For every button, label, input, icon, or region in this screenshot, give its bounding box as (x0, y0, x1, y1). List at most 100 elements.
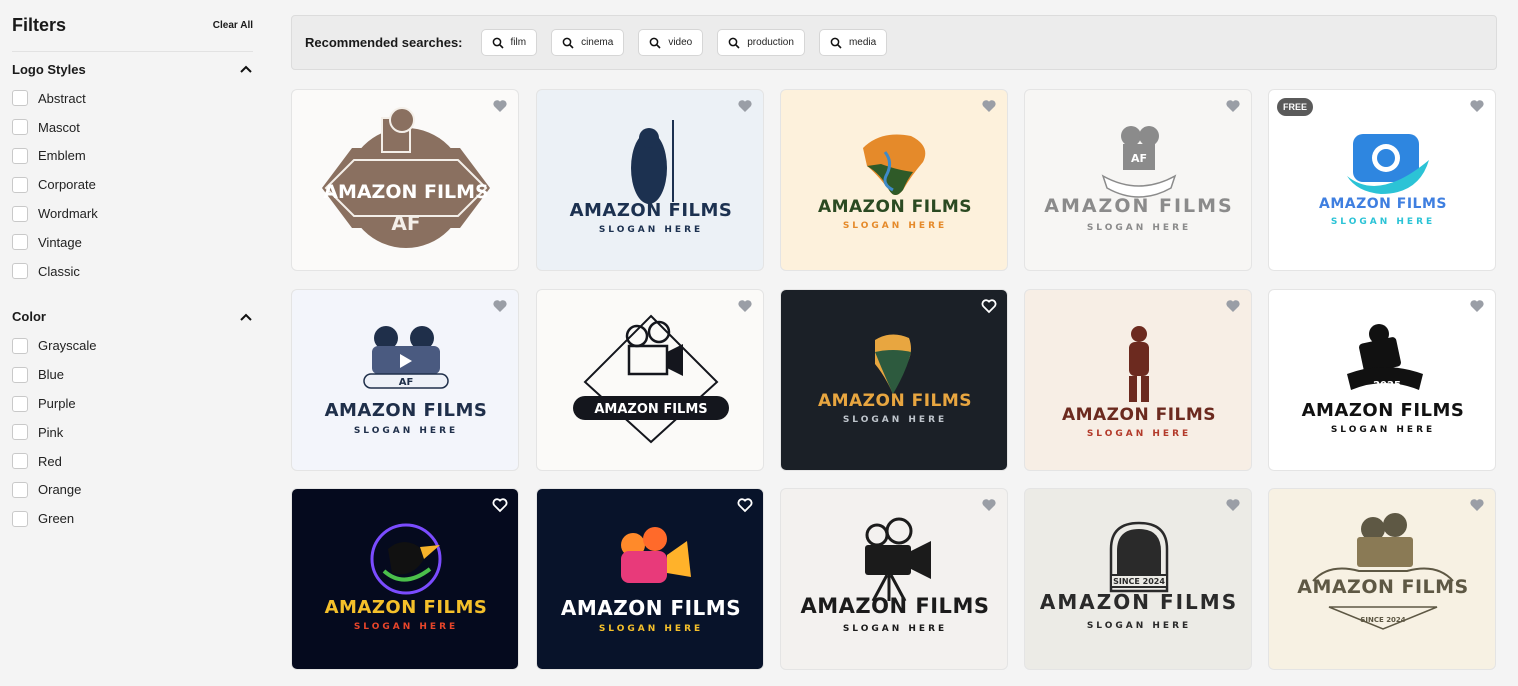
filter-checkbox[interactable] (12, 481, 28, 498)
logo-name: AMAZON FILMS (1044, 195, 1234, 217)
search-chip[interactable]: film (480, 29, 538, 56)
filter-option[interactable]: Classic (12, 257, 253, 286)
filter-option[interactable]: Purple (12, 389, 253, 418)
logo-card[interactable]: AMAZON FILMS SLOGAN HERE (536, 488, 764, 670)
heart-icon[interactable] (1225, 497, 1241, 513)
logo-initials: SINCE 2024 (1360, 616, 1405, 624)
logo-slogan: SLOGAN HERE (599, 225, 703, 235)
logo-name: AMAZON FILMS (1062, 405, 1216, 425)
chevron-up-icon[interactable] (239, 310, 253, 324)
logo-initials: AF (399, 377, 414, 388)
search-chip[interactable]: production (717, 29, 805, 56)
heart-icon[interactable] (737, 298, 753, 314)
filter-checkbox[interactable] (12, 337, 28, 354)
logo-mark (621, 527, 691, 583)
logo-card[interactable]: AMAZON FILMS SLOGAN HERE (780, 89, 1008, 271)
heart-icon[interactable] (1469, 98, 1485, 114)
filter-option[interactable]: Vintage (12, 228, 253, 257)
heart-icon[interactable] (1469, 298, 1485, 314)
logo-card[interactable]: AMAZON FILMS (536, 289, 764, 471)
heart-icon[interactable] (1469, 497, 1485, 513)
logo-slogan: SLOGAN HERE (1331, 217, 1435, 227)
filter-group-title: Logo Styles (12, 61, 86, 77)
clear-all-button[interactable]: Clear All (213, 20, 253, 31)
filter-checkbox[interactable] (12, 90, 28, 107)
search-chip[interactable]: media (818, 29, 888, 56)
filter-checkbox[interactable] (12, 234, 28, 251)
heart-icon[interactable] (492, 98, 508, 114)
filter-option[interactable]: Orange (12, 476, 253, 505)
logo-name: AMAZON FILMS (1319, 196, 1447, 212)
filters-sidebar: Filters Clear All Logo Styles Abstract Ma… (0, 0, 265, 686)
filter-checkbox[interactable] (12, 510, 28, 527)
logo-card[interactable]: AMAZON FILMS SLOGAN HERE (1024, 289, 1252, 471)
logo-card[interactable]: AMAZON FILMS SLOGAN HERE (291, 488, 519, 670)
logo-preview: AMAZON FILMS SLOGAN HERE (818, 134, 972, 231)
filter-option-label: Red (38, 453, 62, 469)
filter-option[interactable]: Mascot (12, 113, 253, 142)
filter-option-label: Wordmark (38, 206, 98, 222)
logo-card[interactable]: SINCE 2024 AMAZON FILMS (1268, 488, 1496, 670)
filter-checkbox[interactable] (12, 147, 28, 164)
logo-card[interactable]: AF AMAZON FILMS (291, 89, 519, 271)
filter-option[interactable]: Green (12, 504, 253, 533)
heart-icon[interactable] (981, 298, 997, 314)
logo-card[interactable]: AF AMAZON FILMS SLOGAN HERE (1024, 89, 1252, 271)
filter-option[interactable]: Red (12, 447, 253, 476)
logo-card[interactable]: 2025 AMAZON FILMS SLOGAN HERE (1268, 289, 1496, 471)
logo-name: AMAZON FILMS (818, 391, 972, 411)
heart-icon[interactable] (737, 98, 753, 114)
heart-icon[interactable] (1225, 298, 1241, 314)
filter-option[interactable]: Corporate (12, 170, 253, 199)
logo-card[interactable]: AMAZON FILMS SLOGAN HERE (780, 488, 1008, 670)
logo-mark (631, 120, 674, 204)
filter-option-label: Corporate (38, 177, 96, 193)
filter-checkbox[interactable] (12, 395, 28, 412)
filter-checkbox[interactable] (12, 119, 28, 136)
filter-option[interactable]: Abstract (12, 84, 253, 113)
search-chip-label: video (668, 37, 693, 48)
logo-slogan: SLOGAN HERE (1087, 621, 1191, 631)
filter-option[interactable]: Grayscale (12, 332, 253, 361)
filter-checkbox[interactable] (12, 453, 28, 470)
heart-icon[interactable] (492, 298, 508, 314)
logo-mark (1129, 326, 1149, 402)
filter-option-label: Pink (38, 424, 64, 440)
heart-icon[interactable] (1225, 98, 1241, 114)
filter-option[interactable]: Blue (12, 360, 253, 389)
search-chip-label: media (848, 37, 877, 48)
logo-name: AMAZON FILMS (325, 400, 488, 421)
search-chip[interactable]: video (638, 29, 704, 56)
heart-icon[interactable] (981, 497, 997, 513)
filter-option[interactable]: Wordmark (12, 199, 253, 228)
filter-checkbox[interactable] (12, 424, 28, 441)
heart-icon[interactable] (492, 497, 508, 513)
filter-option[interactable]: Emblem (12, 142, 253, 171)
filter-group-color: Color Grayscale Blue Purple Pink Red Orange Gr… (12, 286, 253, 534)
logo-slogan: SLOGAN HERE (1087, 223, 1191, 233)
filter-checkbox[interactable] (12, 176, 28, 193)
logo-preview: AMAZON FILMS SLOGAN HERE (1062, 326, 1216, 439)
filter-checkbox[interactable] (12, 366, 28, 383)
logo-card[interactable]: AMAZON FILMS SLOGAN HERE (780, 289, 1008, 471)
filter-option-label: Orange (38, 482, 82, 498)
logo-slogan: SLOGAN HERE (1087, 429, 1191, 439)
search-icon (649, 37, 661, 49)
filter-option-label: Vintage (38, 234, 82, 250)
search-chip[interactable]: cinema (551, 29, 625, 56)
logo-mark (1347, 134, 1429, 194)
filter-checkbox[interactable] (12, 205, 28, 222)
logo-card[interactable]: SINCE 2024 AMAZON FILMS SLOGAN HERE (1024, 488, 1252, 670)
logo-name: AMAZON FILMS (570, 200, 733, 221)
heart-icon[interactable] (981, 98, 997, 114)
heart-icon[interactable] (737, 497, 753, 513)
filter-option[interactable]: Pink (12, 418, 253, 447)
logo-mark (1312, 513, 1454, 630)
filter-checkbox[interactable] (12, 263, 28, 280)
chevron-up-icon[interactable] (239, 62, 253, 76)
logo-card[interactable]: AF AMAZON FILMS SLOGAN HERE (291, 289, 519, 471)
filter-group-title: Color (12, 309, 46, 325)
logo-card[interactable]: AMAZON FILMS SLOGAN HERE (536, 89, 764, 271)
search-icon (492, 37, 504, 49)
logo-card[interactable]: AMAZON FILMS SLOGAN HERE FREE (1268, 89, 1496, 271)
